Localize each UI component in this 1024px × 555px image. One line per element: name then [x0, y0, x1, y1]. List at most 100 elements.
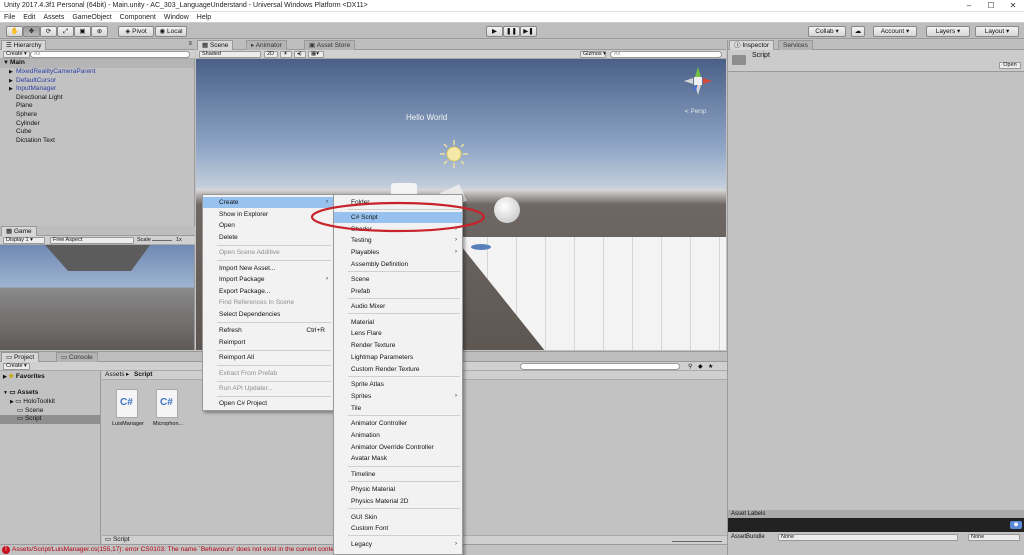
hierarchy-create-button[interactable]: Create ▾ [3, 51, 30, 58]
menu-window[interactable]: Window [164, 12, 189, 22]
menu-item-prefab[interactable]: Prefab [334, 286, 462, 297]
transform-tool-icon[interactable]: ⊕ [91, 26, 108, 37]
menu-component[interactable]: Component [120, 12, 156, 22]
tab-hierarchy[interactable]: ☰ Hierarchy [1, 40, 47, 50]
rect-tool-icon[interactable]: ▣ [74, 26, 91, 37]
layers-dropdown[interactable]: Layers ▾ [926, 26, 970, 37]
audio-icon[interactable]: ◂) [294, 51, 306, 58]
menu-item-open[interactable]: Open [203, 220, 333, 231]
menu-item-import-new-asset[interactable]: Import New Asset... [203, 263, 333, 274]
favorites-item[interactable]: ▶ ★ Favorites [3, 373, 45, 382]
menu-item-lightmap-parameters[interactable]: Lightmap Parameters [334, 352, 462, 363]
expand-arrow-icon[interactable]: ▼ [3, 59, 9, 68]
tab-console[interactable]: ▭ Console [56, 352, 98, 362]
project-create-button[interactable]: Create ▾ [3, 363, 30, 370]
tab-animator[interactable]: ▸ Animator [246, 40, 287, 50]
menu-item-render-texture[interactable]: Render Texture [334, 340, 462, 351]
error-message[interactable]: Assets/Script/LuisManager.cs(155,17): er… [12, 546, 334, 553]
2d-toggle[interactable]: 2D [264, 51, 278, 58]
menu-item-animator-override[interactable]: Animator Override Controller [334, 442, 462, 453]
filter-label-icon[interactable]: ◆ [698, 363, 703, 370]
menu-item-custom-font[interactable]: Custom Font [334, 523, 462, 534]
asset-file[interactable]: C# Microphon... [150, 389, 186, 433]
menu-item-export-package[interactable]: Export Package... [203, 286, 333, 297]
hierarchy-item[interactable]: Directional Light [0, 94, 194, 103]
menu-item-animation[interactable]: Animation [334, 430, 462, 441]
expand-arrow-icon[interactable]: ▶ [9, 85, 13, 94]
directional-light-icon[interactable] [440, 140, 468, 168]
menu-item-tile[interactable]: Tile [334, 403, 462, 414]
menu-edit[interactable]: Edit [23, 12, 35, 22]
step-button[interactable]: ▶❚ [520, 26, 537, 37]
scene-gizmo-icon[interactable] [678, 65, 718, 109]
collab-button[interactable]: Collab ▾ [808, 26, 846, 37]
plane-object[interactable] [454, 237, 726, 350]
hierarchy-item[interactable]: ▶ DefaultCursor [0, 77, 194, 86]
close-icon[interactable]: ✕ [1002, 0, 1024, 12]
menu-item-timeline[interactable]: Timeline [334, 469, 462, 480]
menu-item-legacy[interactable]: Legacy › [334, 539, 462, 550]
layout-dropdown[interactable]: Layout ▾ [975, 26, 1019, 37]
menu-item-physic-material[interactable]: Physic Material [334, 484, 462, 495]
persp-label[interactable]: ≺ Persp [684, 108, 706, 115]
tab-services[interactable]: Services [778, 40, 813, 50]
menu-item-show-in-explorer[interactable]: Show in Explorer [203, 209, 333, 220]
assets-item[interactable]: ▼ ▭ Assets [3, 389, 38, 398]
breadcrumb-assets[interactable]: Assets [105, 371, 125, 380]
aspect-dropdown[interactable]: Free Aspect [50, 237, 134, 244]
shading-dropdown[interactable]: Shaded [199, 51, 261, 58]
menu-item-sprites[interactable]: Sprites › [334, 391, 462, 402]
scale-slider[interactable] [152, 240, 172, 241]
folder-item-selected[interactable]: ▭ Script [0, 415, 100, 424]
lighting-icon[interactable]: ☀ [280, 51, 292, 58]
tab-game[interactable]: ▦ Game [1, 226, 37, 236]
menu-item-reimport[interactable]: Reimport [203, 337, 333, 348]
icon-size-slider[interactable] [672, 541, 722, 542]
folder-item[interactable]: ▶ ▭ HoloToolkit [10, 398, 55, 407]
hierarchy-item[interactable]: Dictation Text [0, 137, 194, 146]
menu-item-assembly-definition[interactable]: Assembly Definition [334, 259, 462, 270]
hand-tool-icon[interactable]: ✋ [6, 26, 23, 37]
expand-arrow-icon[interactable]: ▶ [9, 77, 13, 86]
breadcrumb-script[interactable]: Script [134, 371, 152, 380]
menu-item-scene[interactable]: Scene [334, 274, 462, 285]
rotate-tool-icon[interactable]: ⟳ [40, 26, 57, 37]
menu-file[interactable]: File [4, 12, 15, 22]
hierarchy-search-input[interactable]: All [30, 51, 190, 58]
cloud-icon[interactable]: ☁ [851, 26, 865, 37]
scene-search-input[interactable]: All [610, 51, 722, 58]
hierarchy-item[interactable]: ▶ InputManager [0, 85, 194, 94]
local-toggle[interactable]: ◉ Local [155, 26, 187, 37]
expand-arrow-icon[interactable]: ▶ [9, 68, 13, 77]
hierarchy-item[interactable]: Plane [0, 102, 194, 111]
menu-item-material[interactable]: Material [334, 317, 462, 328]
game-view[interactable] [0, 245, 194, 350]
scene-row[interactable]: ▼ Main [0, 59, 194, 68]
display-dropdown[interactable]: Display 1 ▾ [3, 237, 45, 244]
gizmos-dropdown[interactable]: Gizmos ▾ [580, 51, 606, 58]
asset-file[interactable]: C# LuisManager [108, 389, 144, 433]
menu-item-create[interactable]: Create › [203, 197, 333, 208]
menu-item-playables[interactable]: Playables › [334, 247, 462, 258]
menu-item-avatar-mask[interactable]: Avatar Mask [334, 453, 462, 464]
menu-item-delete[interactable]: Delete [203, 232, 333, 243]
scale-tool-icon[interactable]: ⤢ [57, 26, 74, 37]
pivot-toggle[interactable]: ◈ Pivot [118, 26, 154, 37]
variant-dropdown[interactable]: None [968, 534, 1020, 541]
tab-asset-store[interactable]: ▣ Asset Store [304, 40, 356, 50]
favorite-star-icon[interactable]: ★ [708, 363, 713, 370]
hierarchy-item[interactable]: Cylinder [0, 120, 194, 129]
tab-inspector[interactable]: ⓘ Inspector [729, 40, 775, 50]
menu-item-reimport-all[interactable]: Reimport All [203, 352, 333, 363]
hierarchy-item[interactable]: Sphere [0, 111, 194, 120]
menu-item-animator-controller[interactable]: Animator Controller [334, 418, 462, 429]
minimize-icon[interactable]: – [958, 0, 980, 12]
menu-item-select-dependencies[interactable]: Select Dependencies [203, 309, 333, 320]
menu-item-sprite-atlas[interactable]: Sprite Atlas [334, 379, 462, 390]
menu-item-csharp-script[interactable]: C# Script [334, 212, 462, 223]
label-tag-icon[interactable]: ⬣ [1010, 521, 1022, 529]
menu-item-folder[interactable]: Folder [334, 197, 462, 208]
filter-type-icon[interactable]: ⚲ [688, 363, 692, 370]
tab-scene[interactable]: ▦ Scene [197, 40, 234, 50]
panel-menu-icon[interactable]: ≡ [188, 41, 192, 47]
